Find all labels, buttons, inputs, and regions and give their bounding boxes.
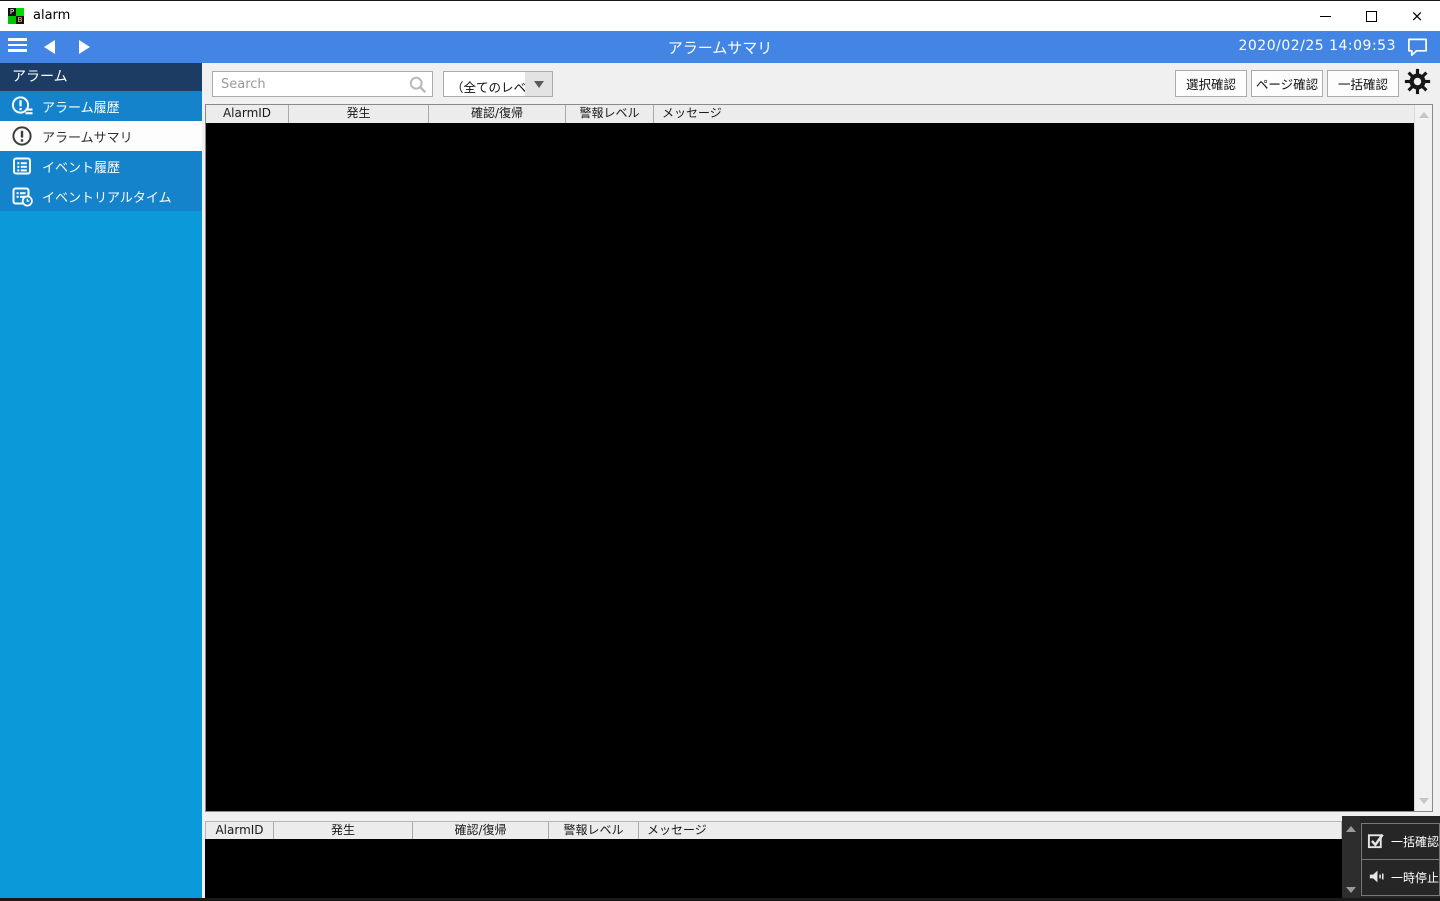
confirm-selected-button[interactable]: 選択確認 <box>1175 70 1247 97</box>
realtime-controls-panel: 一括確認 一時停止 <box>1342 816 1440 901</box>
column-header-alarmid[interactable]: AlarmID <box>206 822 274 839</box>
sidebar-item-label: イベントリアルタイム <box>42 190 172 206</box>
column-header-ack-restore[interactable]: 確認/復帰 <box>413 822 549 839</box>
sidebar-item-alarm-summary[interactable]: アラームサマリ <box>0 121 202 151</box>
chat-bubble-icon[interactable] <box>1407 37 1428 61</box>
vertical-scrollbar[interactable] <box>1414 105 1432 811</box>
dropdown-arrow-button[interactable] <box>525 72 552 96</box>
sidebar-item-event-realtime[interactable]: イベントリアルタイム <box>0 181 202 211</box>
column-header-occurred[interactable]: 発生 <box>289 105 429 123</box>
datetime-display: 2020/02/25 14:09:53 <box>1238 38 1396 54</box>
app-header: アラームサマリ 2020/02/25 14:09:53 <box>0 31 1440 63</box>
minimize-icon <box>1319 15 1331 17</box>
table-body-empty <box>205 839 1342 901</box>
scroll-down-icon[interactable] <box>1346 887 1356 893</box>
alarm-summary-icon <box>10 125 34 147</box>
close-icon: × <box>1410 6 1424 25</box>
settings-button[interactable] <box>1402 68 1432 99</box>
gear-icon <box>1404 68 1431 99</box>
window-title: alarm <box>33 8 71 23</box>
ack-all-label: 一括確認 <box>1391 835 1440 849</box>
ack-all-button[interactable]: 一括確認 <box>1361 823 1440 860</box>
app-icon: P B <box>8 8 24 24</box>
realtime-alarm-table: AlarmID 発生 確認/復帰 警報レベル メッセージ <box>205 821 1342 901</box>
table-header-row: AlarmID 発生 確認/復帰 警報レベル メッセージ <box>205 821 1342 839</box>
column-header-occurred[interactable]: 発生 <box>274 822 413 839</box>
window-controls: × <box>1302 1 1440 31</box>
table-body-empty <box>206 123 1414 811</box>
alarm-summary-table: AlarmID 発生 確認/復帰 警報レベル メッセージ <box>205 104 1433 812</box>
page-title: アラームサマリ <box>667 39 773 57</box>
pause-button[interactable]: 一時停止 <box>1361 859 1440 896</box>
app-icon-quadrant: B <box>16 16 24 24</box>
magnifier-icon <box>409 76 427 98</box>
search-input[interactable] <box>213 72 411 96</box>
title-bar: P B alarm × <box>0 1 1440 31</box>
search-box <box>212 71 433 97</box>
checkbox-check-icon <box>1367 831 1386 853</box>
column-header-alarmid[interactable]: AlarmID <box>206 105 289 123</box>
table-header-row: AlarmID 発生 確認/復帰 警報レベル メッセージ <box>206 105 1414 123</box>
column-header-level[interactable]: 警報レベル <box>566 105 654 123</box>
scroll-down-icon[interactable] <box>1419 798 1429 804</box>
alarm-history-icon <box>10 95 34 117</box>
pause-label: 一時停止 <box>1391 871 1440 885</box>
minimize-button[interactable] <box>1302 1 1348 31</box>
sidebar-item-label: イベント履歴 <box>42 160 121 176</box>
maximize-button[interactable] <box>1348 1 1394 31</box>
sidebar-item-label: アラーム履歴 <box>42 100 120 116</box>
confirm-all-button[interactable]: 一括確認 <box>1327 70 1399 97</box>
app-icon-quadrant <box>16 8 24 16</box>
scroll-up-icon[interactable] <box>1346 826 1356 832</box>
column-header-ack-restore[interactable]: 確認/復帰 <box>429 105 566 123</box>
level-filter-dropdown[interactable]: （全てのレベル） <box>443 71 553 97</box>
confirm-page-button[interactable]: ページ確認 <box>1251 70 1323 97</box>
maximize-icon <box>1365 10 1377 22</box>
sidebar-item-label: アラームサマリ <box>42 130 133 146</box>
column-header-message[interactable]: メッセージ <box>654 105 1414 123</box>
chevron-down-icon <box>533 80 544 88</box>
sidebar: アラーム アラーム履歴 アラームサマリ イベント履歴 イベントリアルタイム <box>0 63 202 898</box>
sidebar-item-event-history[interactable]: イベント履歴 <box>0 151 202 181</box>
app-icon-quadrant: P <box>8 8 16 16</box>
speaker-icon <box>1367 867 1386 889</box>
sidebar-item-alarm-history[interactable]: アラーム履歴 <box>0 91 202 121</box>
sidebar-section-title: アラーム <box>0 63 202 91</box>
app-window: P B alarm × アラームサマリ 2020/02/25 14:09:53 … <box>0 0 1440 901</box>
scroll-up-icon[interactable] <box>1419 112 1429 118</box>
column-header-level[interactable]: 警報レベル <box>549 822 639 839</box>
close-button[interactable]: × <box>1394 1 1440 31</box>
event-history-icon <box>10 155 34 177</box>
app-icon-quadrant <box>8 16 16 24</box>
event-realtime-icon <box>10 185 34 207</box>
column-header-message[interactable]: メッセージ <box>639 822 1341 839</box>
vertical-scrollbar-dark[interactable] <box>1342 816 1360 901</box>
